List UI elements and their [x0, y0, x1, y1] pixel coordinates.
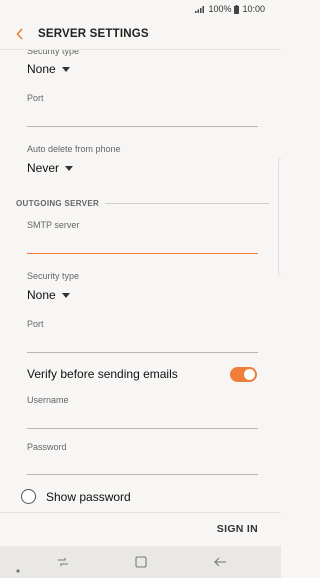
- username-field[interactable]: [27, 428, 258, 429]
- outgoing-port-label: Port: [27, 319, 44, 329]
- outgoing-port-field[interactable]: [27, 352, 258, 353]
- signal-icon: [195, 5, 205, 13]
- back-arrow-icon[interactable]: [12, 26, 28, 42]
- back-nav-icon[interactable]: [213, 555, 227, 573]
- app-bar: SERVER SETTINGS: [0, 18, 281, 50]
- auto-delete-value: Never: [27, 161, 60, 175]
- navigation-bar: [0, 546, 281, 578]
- sign-in-button[interactable]: SIGN IN: [217, 523, 258, 535]
- show-password-label[interactable]: Show password: [46, 490, 131, 504]
- incoming-port-label: Port: [27, 93, 44, 103]
- battery-percent: 100%: [208, 4, 232, 14]
- incoming-security-type-value: None: [27, 62, 56, 76]
- password-label: Password: [27, 442, 67, 452]
- dropdown-caret-icon: [61, 66, 70, 72]
- nav-dot-icon: [16, 560, 20, 578]
- outgoing-security-type-label: Security type: [27, 271, 80, 281]
- username-label: Username: [27, 395, 69, 405]
- outgoing-security-type-dropdown[interactable]: None: [27, 288, 70, 302]
- section-divider: [105, 203, 269, 204]
- battery-icon: [234, 4, 240, 14]
- auto-delete-dropdown[interactable]: Never: [27, 161, 74, 175]
- outgoing-server-title: OUTGOING SERVER: [16, 199, 100, 208]
- verify-before-sending-toggle[interactable]: [230, 367, 257, 382]
- auto-delete-label: Auto delete from phone: [27, 144, 121, 154]
- outgoing-security-type-value: None: [27, 288, 56, 302]
- verify-before-sending-label: Verify before sending emails: [27, 367, 178, 381]
- footer-bar: SIGN IN: [0, 512, 281, 546]
- incoming-security-type-dropdown[interactable]: None: [27, 62, 70, 76]
- toggle-knob: [244, 369, 255, 380]
- dropdown-caret-icon: [65, 165, 74, 171]
- dropdown-caret-icon: [61, 292, 70, 298]
- incoming-port-field[interactable]: [27, 126, 258, 127]
- page-title: SERVER SETTINGS: [38, 27, 149, 40]
- password-field[interactable]: [27, 474, 258, 475]
- show-password-radio[interactable]: [21, 489, 36, 504]
- outgoing-server-header: OUTGOING SERVER: [16, 199, 269, 208]
- clock: 10:00: [242, 4, 265, 14]
- settings-form: Security type None Port Auto delete from…: [0, 47, 281, 512]
- status-bar: 100% 10:00: [0, 0, 281, 18]
- smtp-server-field[interactable]: [27, 253, 258, 254]
- home-button-icon[interactable]: [135, 555, 147, 573]
- scroll-indicator: [278, 158, 281, 276]
- recent-apps-icon[interactable]: [57, 555, 69, 573]
- smtp-server-label: SMTP server: [27, 220, 80, 230]
